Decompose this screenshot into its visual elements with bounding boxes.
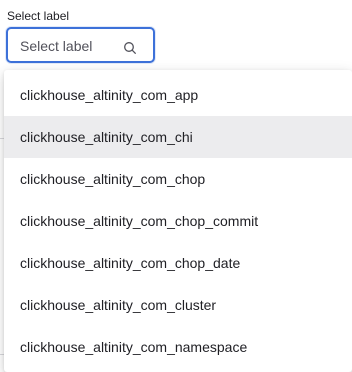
search-icon (124, 42, 136, 54)
dropdown-option[interactable]: clickhouse_altinity_com_chop_commit (4, 200, 352, 242)
dropdown-option[interactable]: clickhouse_altinity_com_chi (4, 116, 352, 158)
label-select-input[interactable]: Select label (6, 27, 155, 63)
dropdown-option[interactable]: clickhouse_altinity_com_chop_date (4, 242, 352, 284)
select-field-label: Select label (7, 9, 70, 23)
label-select-panel: Select label Select label clickhouse_alt… (0, 0, 352, 372)
dropdown-option[interactable]: clickhouse_altinity_com_cluster (4, 284, 352, 326)
label-options-dropdown: clickhouse_altinity_com_app clickhouse_a… (4, 70, 352, 372)
select-placeholder: Select label (20, 38, 93, 54)
dropdown-option[interactable]: clickhouse_altinity_com_app (4, 74, 352, 116)
dropdown-option[interactable]: clickhouse_altinity_com_namespace (4, 326, 352, 368)
dropdown-option[interactable]: clickhouse_altinity_com_chop (4, 158, 352, 200)
